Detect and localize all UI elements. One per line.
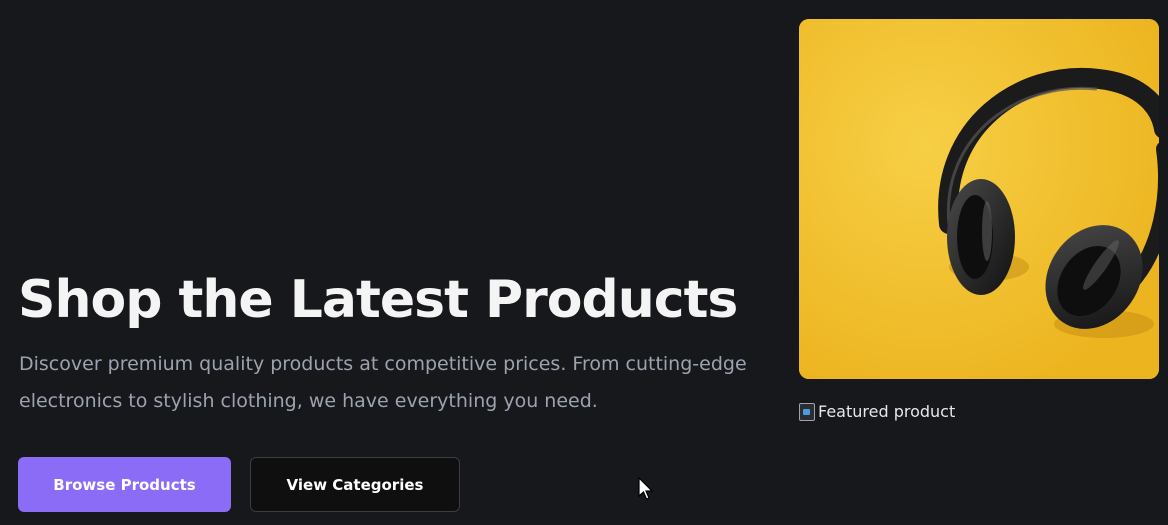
hero-subtitle: Discover premium quality products at com… <box>19 353 747 412</box>
headphones-left-cup <box>947 179 1015 295</box>
featured-product-image <box>799 19 1159 379</box>
browse-products-button[interactable]: Browse Products <box>18 457 231 512</box>
featured-product-broken-image: Featured product <box>799 401 955 423</box>
featured-product-alt-text: Featured product <box>818 402 956 421</box>
page-title: Shop the Latest Products <box>18 270 738 330</box>
broken-image-icon <box>799 403 815 421</box>
mouse-cursor-icon <box>638 477 654 500</box>
view-categories-button[interactable]: View Categories <box>250 457 460 512</box>
hero-section: Shop the Latest Products Discover premiu… <box>0 0 1168 525</box>
